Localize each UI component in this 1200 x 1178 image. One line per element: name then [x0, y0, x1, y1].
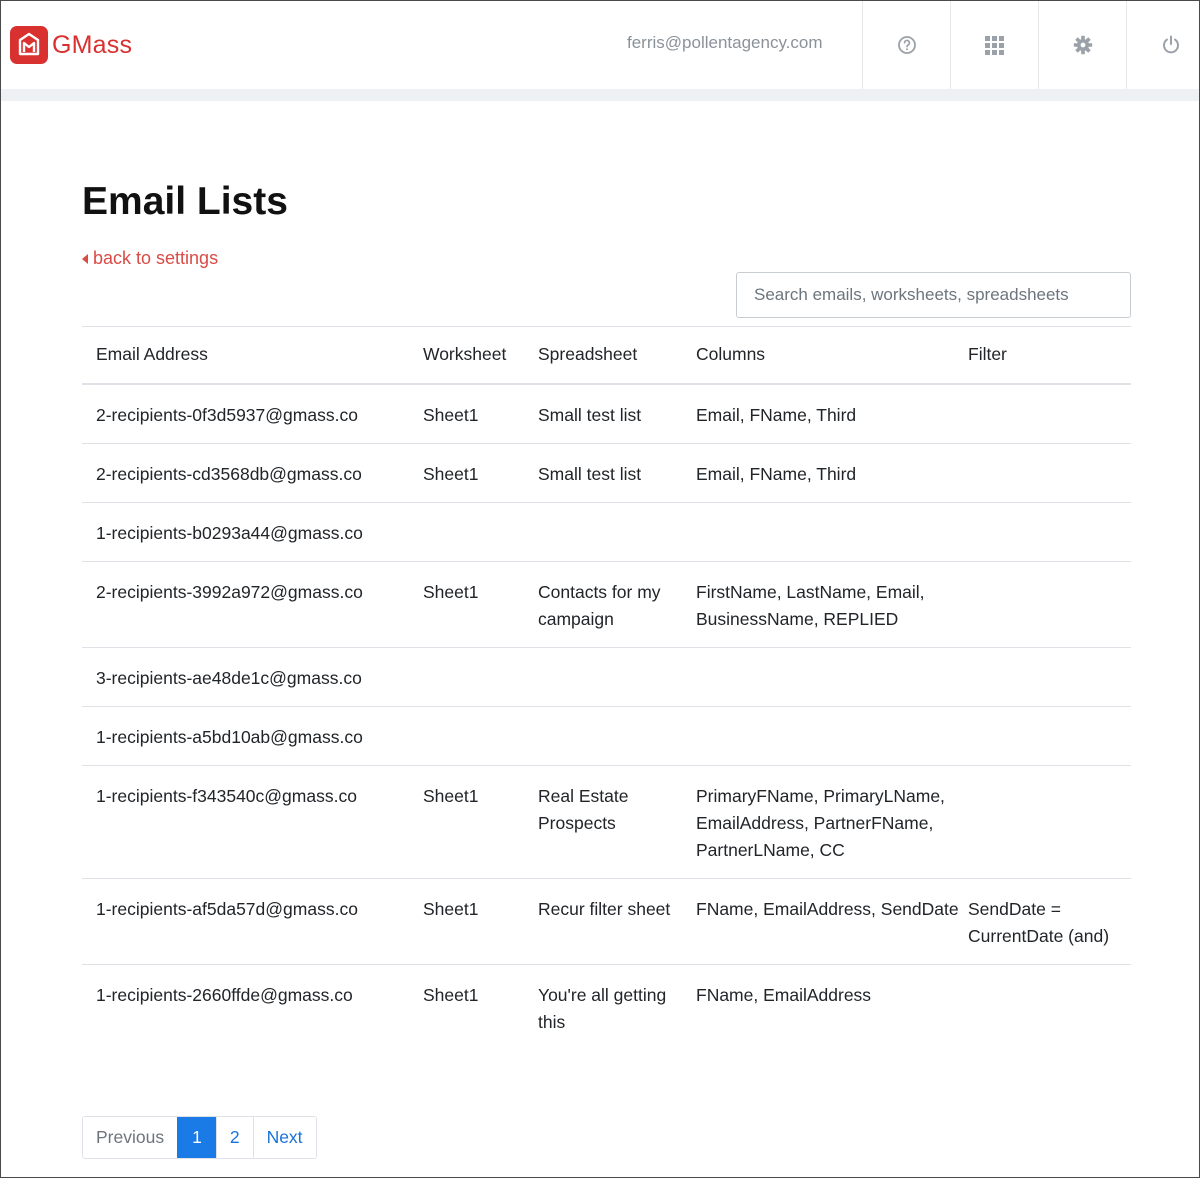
cell-worksheet — [423, 502, 538, 562]
cell-columns: FName, EmailAddress, SendDate — [696, 878, 968, 965]
header-email-address: Email Address — [82, 326, 423, 385]
table-row: 1-recipients-f343540c@gmass.co Sheet1 Re… — [82, 765, 1131, 879]
gmass-logo-icon — [10, 26, 48, 64]
brand[interactable]: GMass — [10, 26, 132, 64]
table-row: 2-recipients-cd3568db@gmass.co Sheet1 Sm… — [82, 443, 1131, 503]
settings-button[interactable] — [1038, 1, 1126, 89]
cell-worksheet: Sheet1 — [423, 765, 538, 879]
cell-columns: PrimaryFName, PrimaryLName, EmailAddress… — [696, 765, 968, 879]
cell-email: 1-recipients-a5bd10ab@gmass.co — [82, 706, 423, 766]
cell-filter — [968, 561, 1131, 648]
header-spreadsheet: Spreadsheet — [538, 326, 696, 385]
cell-worksheet: Sheet1 — [423, 383, 538, 444]
page-title: Email Lists — [82, 180, 288, 223]
help-button[interactable] — [862, 1, 950, 89]
table-row: 2-recipients-0f3d5937@gmass.co Sheet1 Sm… — [82, 383, 1131, 444]
cell-worksheet — [423, 706, 538, 766]
top-bar: GMass ferris@pollentagency.com — [1, 1, 1199, 89]
help-icon — [897, 36, 916, 54]
cell-spreadsheet: Recur filter sheet — [538, 878, 696, 965]
cell-columns: Email, FName, Third — [696, 443, 968, 503]
cell-filter: SendDate = CurrentDate (and) — [968, 878, 1131, 965]
cell-columns — [696, 647, 968, 707]
power-icon — [1162, 35, 1179, 54]
cell-filter — [968, 443, 1131, 503]
table-row: 1-recipients-b0293a44@gmass.co — [82, 502, 1131, 562]
logout-button[interactable] — [1126, 1, 1200, 89]
cell-columns: Email, FName, Third — [696, 383, 968, 444]
email-lists-table: Email Address Worksheet Spreadsheet Colu… — [82, 326, 1131, 1050]
table-header-row: Email Address Worksheet Spreadsheet Colu… — [82, 326, 1131, 385]
cell-spreadsheet — [538, 706, 696, 766]
cell-filter — [968, 647, 1131, 707]
cell-email: 1-recipients-f343540c@gmass.co — [82, 765, 423, 879]
table-row: 3-recipients-ae48de1c@gmass.co — [82, 647, 1131, 707]
cell-columns: FName, EmailAddress — [696, 984, 872, 1005]
brand-name: GMass — [52, 30, 133, 59]
header-columns: Columns — [696, 326, 968, 385]
table-row: 2-recipients-3992a972@gmass.co Sheet1 Co… — [82, 561, 1131, 648]
caret-left-icon — [82, 253, 88, 264]
cell-spreadsheet: You're all getting this — [538, 984, 667, 1032]
cell-columns — [696, 706, 968, 766]
cell-email: 1-recipients-b0293a44@gmass.co — [82, 502, 423, 562]
header-worksheet: Worksheet — [423, 326, 538, 385]
search-input[interactable] — [736, 272, 1131, 318]
cell-filter — [968, 383, 1131, 444]
cell-columns: FirstName, LastName, Email, BusinessName… — [696, 561, 968, 648]
cell-email: 3-recipients-ae48de1c@gmass.co — [82, 647, 423, 707]
cell-worksheet: Sheet1 — [423, 561, 538, 648]
pagination-page-2[interactable]: 2 — [215, 1117, 253, 1158]
cell-spreadsheet: Real Estate Prospects — [538, 765, 696, 879]
cell-email: 1-recipients-2660ffde@gmass.co — [96, 984, 353, 1005]
back-link-label: back to settings — [93, 248, 219, 268]
pagination-previous[interactable]: Previous — [83, 1117, 178, 1158]
cell-spreadsheet: Contacts for my campaign — [538, 561, 696, 648]
cell-email: 2-recipients-0f3d5937@gmass.co — [82, 383, 423, 444]
pagination-page-1[interactable]: 1 — [177, 1117, 216, 1158]
table-row: 1-recipients-a5bd10ab@gmass.co — [82, 706, 1131, 766]
user-email: ferris@pollentagency.com — [627, 33, 823, 52]
back-to-settings-link[interactable]: back to settings — [82, 248, 218, 269]
gear-icon — [1073, 35, 1092, 55]
cell-spreadsheet — [538, 647, 696, 707]
cell-spreadsheet: Small test list — [538, 383, 696, 444]
cell-filter — [968, 765, 1131, 879]
pagination-next[interactable]: Next — [252, 1117, 316, 1158]
pagination: Previous 1 2 Next — [82, 1116, 317, 1159]
cell-worksheet: Sheet1 — [423, 984, 479, 1005]
cell-worksheet — [423, 647, 538, 707]
cell-filter — [968, 706, 1131, 766]
header-divider — [1, 89, 1199, 101]
cell-worksheet: Sheet1 — [423, 878, 538, 965]
cell-spreadsheet: Small test list — [538, 443, 696, 503]
header-filter: Filter — [968, 326, 1131, 385]
table-row: 1-recipients-af5da57d@gmass.co Sheet1 Re… — [82, 878, 1131, 965]
cell-filter — [968, 964, 1131, 1050]
cell-columns — [696, 502, 968, 562]
cell-spreadsheet — [538, 502, 696, 562]
apps-grid-icon — [985, 35, 1004, 55]
cell-filter — [968, 502, 1131, 562]
cell-email: 2-recipients-3992a972@gmass.co — [82, 561, 423, 648]
cell-email: 1-recipients-af5da57d@gmass.co — [82, 878, 423, 965]
cell-email: 2-recipients-cd3568db@gmass.co — [82, 443, 423, 503]
apps-button[interactable] — [950, 1, 1038, 89]
cell-worksheet: Sheet1 — [423, 443, 538, 503]
table-row: 1-recipients-2660ffde@gmass.co Sheet1 Yo… — [82, 964, 1131, 1050]
